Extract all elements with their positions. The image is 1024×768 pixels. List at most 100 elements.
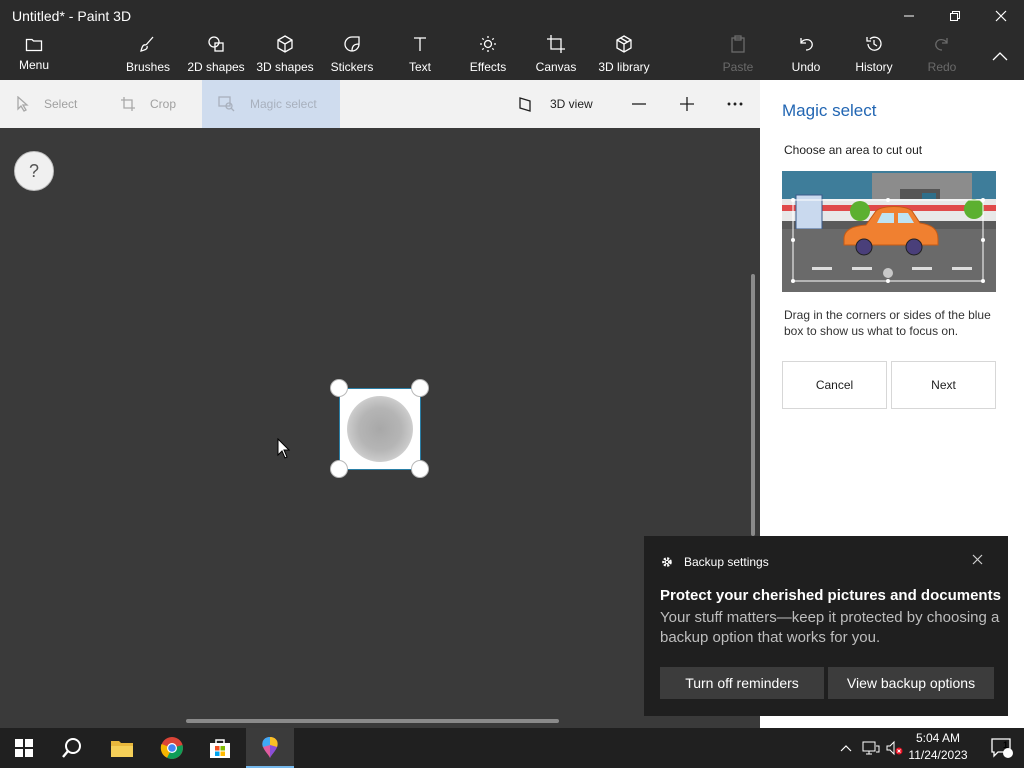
magic-select-tool[interactable]: Magic select [202,80,340,128]
network-icon [862,741,880,755]
next-button[interactable]: Next [891,361,996,409]
view-backup-options-button[interactable]: View backup options [828,667,994,699]
folder-icon [25,38,43,52]
clock-date: 11/24/2023 [908,748,968,762]
3d-view-label: 3D view [550,97,593,111]
3d-library-label: 3D library [598,60,650,74]
3d-library-icon [616,35,632,53]
paint-3d-taskbar-button[interactable] [246,728,294,768]
paint-3d-icon [262,737,278,758]
show-hidden-icons-button[interactable] [836,728,856,768]
folder-icon [111,741,133,757]
history-icon [866,36,882,51]
2d-shapes-icon [208,36,224,52]
minimize-button[interactable] [886,0,932,32]
help-button[interactable]: ? [14,151,54,191]
canvas-label: Canvas [535,60,577,74]
restore-icon [950,11,960,21]
history-label: History [855,60,893,74]
cancel-button[interactable]: Cancel [782,361,887,409]
stickers-label: Stickers [330,60,374,74]
effects-button[interactable]: Effects [466,32,510,80]
windows-logo-icon [15,739,33,757]
text-button[interactable]: Text [402,32,438,80]
panel-title: Magic select [782,101,877,120]
notification-app-name: Backup settings [684,555,769,569]
search-icon [62,738,81,758]
restore-button[interactable] [932,0,978,32]
notification-icon [991,738,1013,758]
select-tool[interactable]: Select [16,80,88,128]
resize-handle-bottom-right[interactable] [411,460,429,478]
cube-icon [277,35,293,53]
undo-label: Undo [791,60,821,74]
more-options-button[interactable] [726,80,746,128]
text-label: Text [408,60,431,74]
history-button[interactable]: History [852,32,896,80]
clock-time: 5:04 AM [915,731,961,745]
redo-icon [935,38,948,51]
window-title: Untitled* - Paint 3D [12,8,132,24]
3d-shapes-button[interactable]: 3D shapes [254,32,316,80]
redo-button[interactable]: Redo [922,32,962,80]
magic-select-label: Magic select [250,97,317,111]
crop-tool[interactable]: Crop [120,80,186,128]
file-explorer-button[interactable] [98,728,146,768]
3d-library-button[interactable]: 3D library [596,32,652,80]
preview-illustration [782,171,996,292]
menu-button[interactable]: Menu [12,32,56,80]
3d-view-toggle[interactable]: 3D view [518,80,596,128]
zoom-out-button[interactable] [630,80,650,128]
menu-label: Menu [18,58,50,72]
2d-shapes-button[interactable]: 2D shapes [186,32,246,80]
text-icon [414,37,426,51]
taskbar: 5:04 AM 11/24/2023 1 [0,728,1024,768]
store-button[interactable] [196,728,244,768]
store-icon [210,739,230,758]
3d-shapes-label: 3D shapes [256,60,314,74]
search-button[interactable] [48,728,96,768]
undo-icon [800,38,813,51]
brushes-label: Brushes [125,60,171,74]
brushes-button[interactable]: Brushes [124,32,172,80]
3d-view-icon [519,97,531,112]
select-label: Select [44,97,78,111]
system-clock[interactable]: 5:04 AM 11/24/2023 [898,730,978,764]
canvas-image [347,396,413,462]
stickers-button[interactable]: Stickers [328,32,376,80]
title-bar: Untitled* - Paint 3D [0,0,1024,32]
main-ribbon: Menu Brushes 2D shapes 3D shapes Sticker… [0,32,1024,80]
crop-label: Crop [150,97,177,111]
pointer-icon [17,96,29,112]
close-icon [995,10,1007,22]
panel-subtitle: Choose an area to cut out [784,143,923,157]
paste-label: Paste [722,60,754,74]
zoom-in-button[interactable] [678,80,698,128]
undo-button[interactable]: Undo [786,32,826,80]
chevron-up-icon [840,745,852,752]
vertical-scrollbar[interactable] [751,274,755,536]
minus-icon [632,103,646,105]
magic-select-preview[interactable] [782,171,996,292]
action-center-button[interactable]: 1 [980,728,1024,768]
resize-handle-top-right[interactable] [411,379,429,397]
effects-icon [480,36,496,52]
plus-icon [680,97,694,111]
network-status[interactable] [860,728,882,768]
panel-description: Drag in the corners or sides of the blue… [784,308,991,338]
effects-label: Effects [469,60,507,74]
turn-off-reminders-button[interactable]: Turn off reminders [660,667,824,699]
resize-handle-top-left[interactable] [330,379,348,397]
notification-close-button[interactable] [972,552,983,569]
start-button[interactable] [0,728,48,768]
notification-body: Your stuff matters—keep it protected by … [660,609,1000,646]
close-button[interactable] [978,0,1024,32]
collapse-ribbon-button[interactable] [984,32,1016,80]
chrome-button[interactable] [148,728,196,768]
crop-icon [121,97,135,111]
paste-button[interactable]: Paste [718,32,758,80]
resize-handle-bottom-left[interactable] [330,460,348,478]
horizontal-scrollbar[interactable] [186,719,559,723]
canvas-button[interactable]: Canvas [534,32,578,80]
canvas-selection[interactable] [339,388,421,470]
